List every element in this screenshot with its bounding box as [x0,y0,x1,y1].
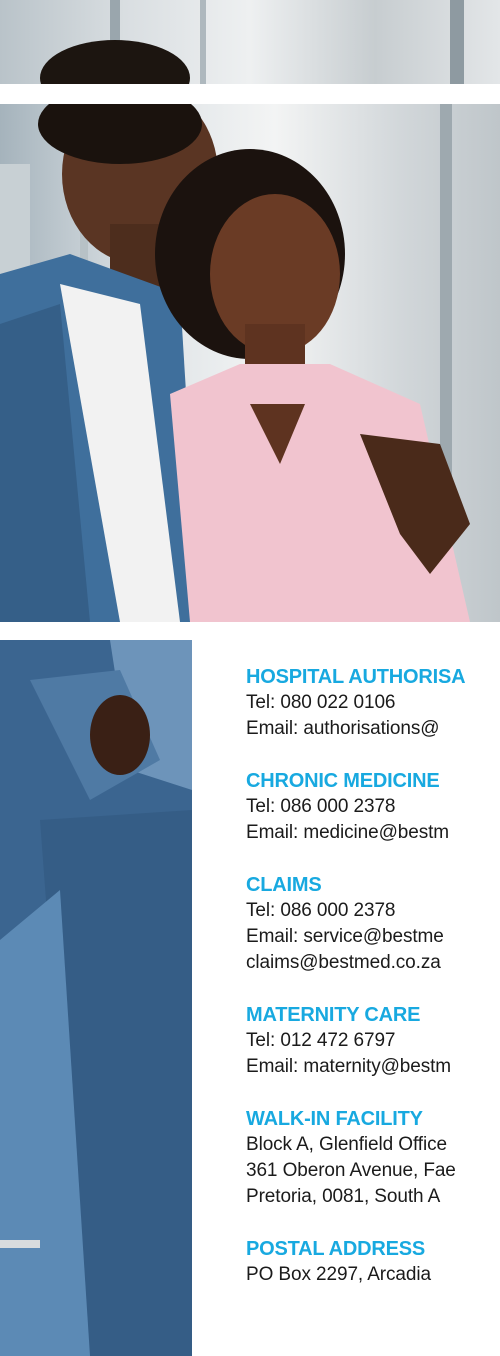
photo-top-strip [0,0,500,84]
contact-line: Pretoria, 0081, South A [246,1186,441,1207]
brochure-page: HOSPITAL AUTHORISA Tel: 080 022 0106 Ema… [0,0,500,1356]
section-title: HOSPITAL AUTHORISA [246,666,466,688]
contact-line: Tel: 012 472 6797 [246,1030,396,1051]
contact-section-chronic-medicine: CHRONIC MEDICINE Tel: 086 000 2378 Email… [246,768,500,846]
section-title: MATERNITY CARE [246,1004,421,1026]
section-title: POSTAL ADDRESS [246,1238,426,1260]
contact-line: PO Box 2297, Arcadia [246,1264,431,1285]
contact-details: HOSPITAL AUTHORISA Tel: 080 022 0106 Ema… [246,664,500,1314]
section-title: CLAIMS [246,874,322,896]
couple-photo [0,104,500,622]
contact-line: Email: authorisations@ [246,718,440,739]
contact-line: Tel: 086 000 2378 [246,900,396,921]
contact-section-walk-in-facility: WALK-IN FACILITY Block A, Glenfield Offi… [246,1106,500,1210]
contact-line: claims@bestmed.co.za [246,952,441,973]
contact-line: Email: service@bestme [246,926,444,947]
contact-line: Tel: 086 000 2378 [246,796,396,817]
section-title: CHRONIC MEDICINE [246,770,440,792]
contact-section-postal-address: POSTAL ADDRESS PO Box 2297, Arcadia [246,1236,500,1288]
contact-line: Tel: 080 022 0106 [246,692,396,713]
contact-section-hospital-authorisation: HOSPITAL AUTHORISA Tel: 080 022 0106 Ema… [246,664,500,742]
contact-line: Block A, Glenfield Office [246,1134,447,1155]
contact-line: Email: maternity@bestm [246,1056,452,1077]
contact-line: 361 Oberon Avenue, Fae [246,1160,456,1181]
contact-section-claims: CLAIMS Tel: 086 000 2378 Email: service@… [246,872,500,976]
contact-section-maternity-care: MATERNITY CARE Tel: 012 472 6797 Email: … [246,1002,500,1080]
man-jeans-photo [0,640,192,1356]
contact-line: Email: medicine@bestm [246,822,450,843]
section-title: WALK-IN FACILITY [246,1108,423,1130]
